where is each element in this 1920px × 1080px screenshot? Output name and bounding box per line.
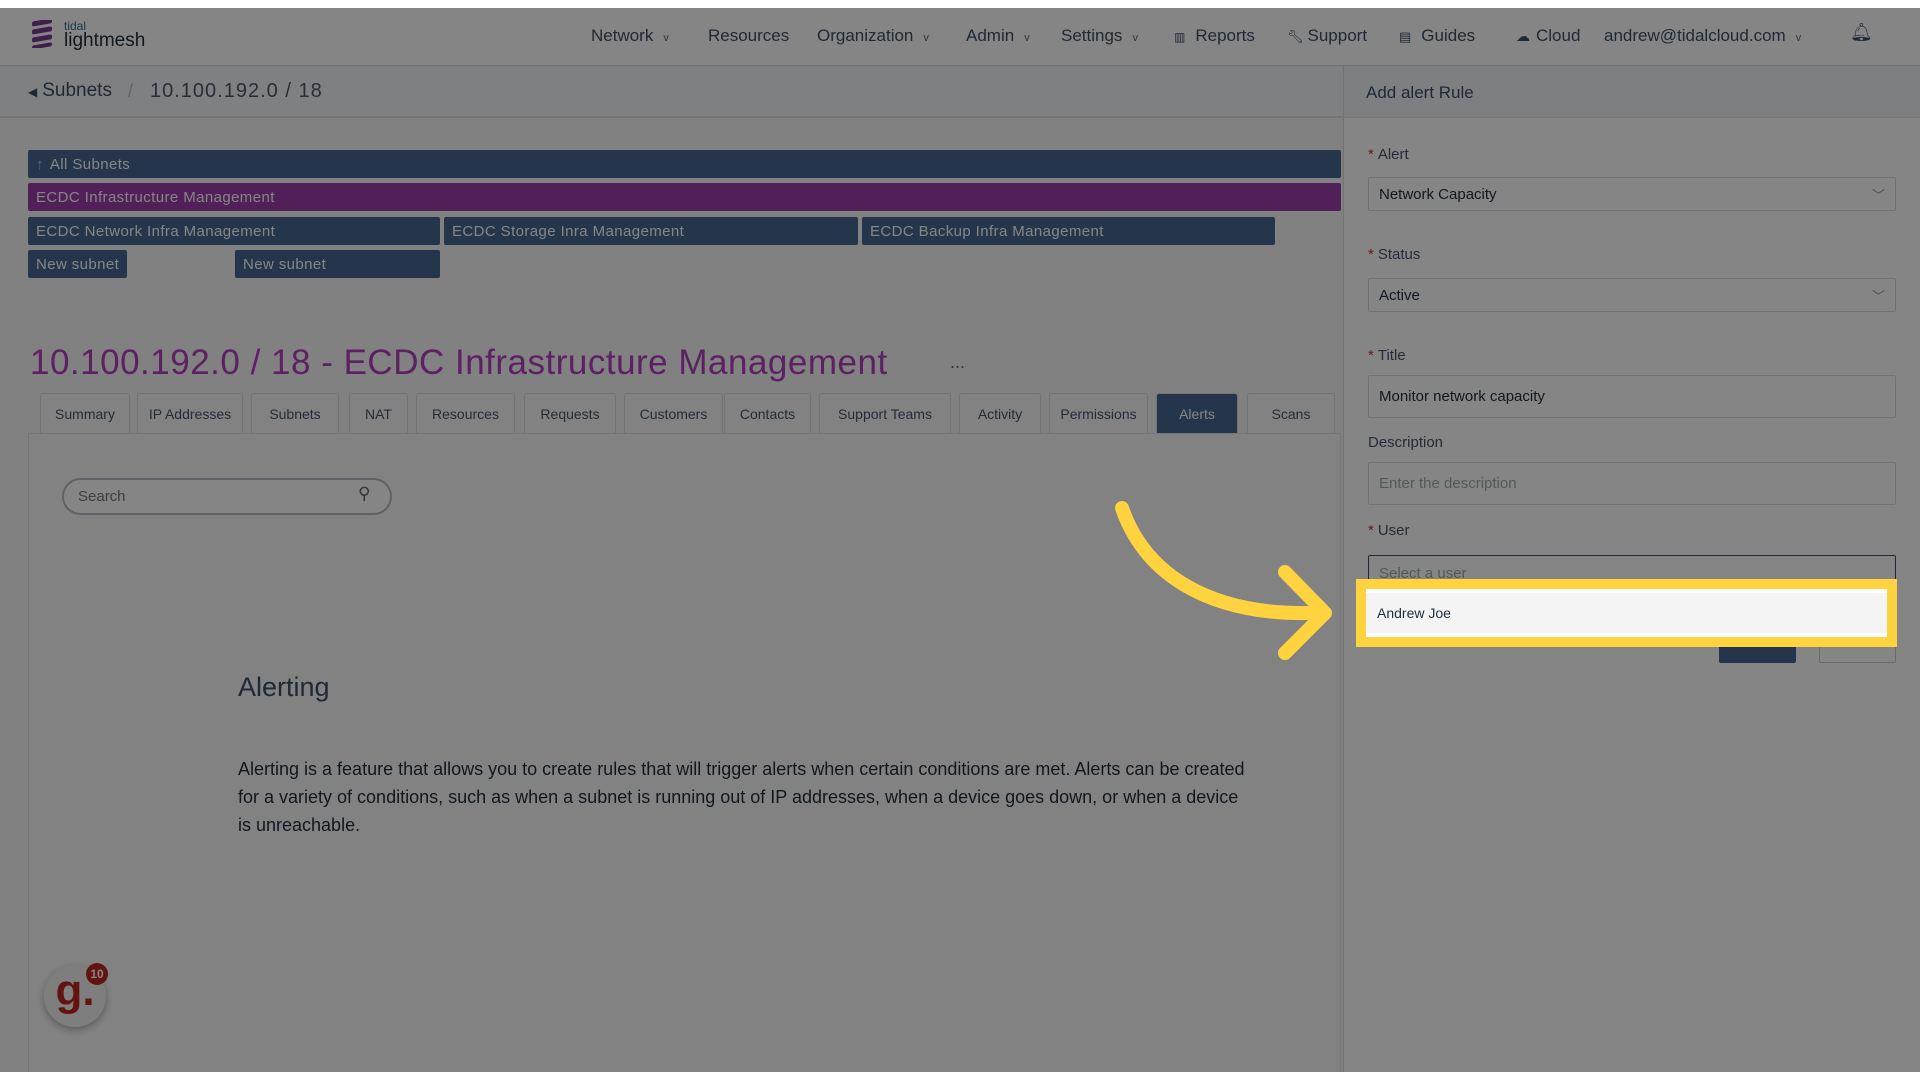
user-option-andrew-joe[interactable]: Andrew Joe (1366, 593, 1887, 633)
highlight-box: Andrew Joe (1356, 579, 1897, 647)
arrow-icon (1115, 501, 1332, 660)
dim-overlay (0, 8, 1920, 1072)
